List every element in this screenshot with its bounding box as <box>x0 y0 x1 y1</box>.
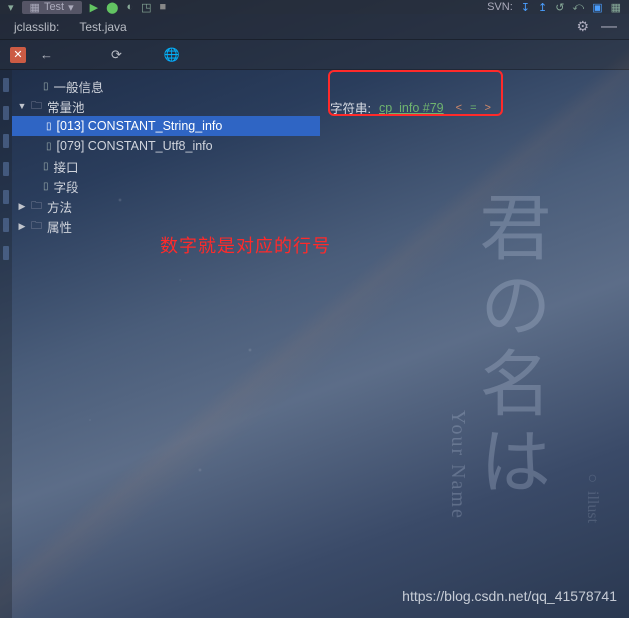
profile-icon[interactable]: ◳ <box>141 1 151 14</box>
file-icon: ▯ <box>43 161 49 172</box>
update-icon[interactable]: ↧ <box>521 1 530 14</box>
close-icon[interactable]: ✕ <box>10 47 26 63</box>
tab-test-java[interactable]: Test.java <box>69 16 136 38</box>
gear-icon[interactable]: ⚙ <box>576 18 589 36</box>
tree-node-methods[interactable]: ▶ 🗀 方法 <box>12 196 320 216</box>
tree-node-constant-013[interactable]: ▯ [013] CONSTANT_String_info <box>12 116 320 136</box>
tree-node-general[interactable]: ▯ 一般信息 <box>12 76 320 96</box>
tab-jclasslib[interactable]: jclasslib: <box>4 16 69 38</box>
run-config-label: Test <box>44 1 64 13</box>
run-config-selector[interactable]: ▦ Test ▾ <box>22 1 82 14</box>
editor-tabs: jclasslib: Test.java ⚙ — <box>0 14 629 40</box>
refresh-icon[interactable]: ⟳ <box>111 47 122 63</box>
chevron-down-icon: ▼ <box>16 101 28 111</box>
file-icon: ▯ <box>43 181 49 192</box>
svn-label: SVN: <box>487 1 513 13</box>
chevron-right-icon: ▶ <box>16 201 28 212</box>
tree-node-fields[interactable]: ▯ 字段 <box>12 176 320 196</box>
highlight-box <box>328 70 503 116</box>
chevron-down-icon[interactable]: ▾ <box>8 1 14 14</box>
commit-icon[interactable]: ↥ <box>538 1 547 14</box>
run-config-icon: ▦ <box>30 1 40 14</box>
history-icon[interactable]: ↺ <box>555 1 564 14</box>
tree-node-constant-079[interactable]: ▯ [079] CONSTANT_Utf8_info <box>12 136 320 156</box>
detail-panel: 字符串: cp_info #79 < = > <box>320 70 629 618</box>
stop-icon[interactable]: ■ <box>160 1 167 13</box>
window-icon[interactable]: ▣ <box>592 1 602 14</box>
gutter-strip <box>0 70 12 618</box>
watermark: https://blog.csdn.net/qq_41578741 <box>402 588 617 604</box>
run-icon[interactable]: ▶ <box>90 1 98 14</box>
class-structure-tree: ▯ 一般信息 ▼ 🗀 常量池 ▯ [013] CONSTANT_String_i… <box>12 70 320 618</box>
folder-icon: 🗀 <box>31 97 42 116</box>
back-icon[interactable]: ← <box>40 47 53 62</box>
folder-icon: 🗀 <box>31 217 42 236</box>
file-icon: ▯ <box>43 81 49 92</box>
revert-icon[interactable]: ⤺ <box>572 1 584 14</box>
chevron-down-icon: ▾ <box>68 1 74 14</box>
main-toolbar: ▾ ▦ Test ▾ ▶ ⬤ ◐ ◳ ■ SVN: ↧ ↥ ↺ ⤺ ▣ ▦ <box>0 0 629 14</box>
jclasslib-toolbar: ✕ ← ⟳ 🌐 <box>0 40 629 70</box>
coverage-icon[interactable]: ◐ <box>126 1 133 13</box>
minimize-icon[interactable]: — <box>601 18 617 36</box>
folder-icon: 🗀 <box>31 197 42 216</box>
file-icon: ▯ <box>46 141 52 152</box>
debug-icon[interactable]: ⬤ <box>106 1 118 14</box>
file-icon: ▯ <box>46 121 52 132</box>
chevron-right-icon: ▶ <box>16 221 28 232</box>
tool-icon[interactable]: ▦ <box>611 1 621 14</box>
tree-node-interfaces[interactable]: ▯ 接口 <box>12 156 320 176</box>
globe-icon[interactable]: 🌐 <box>164 47 180 63</box>
annotation-text: 数字就是对应的行号 <box>160 232 331 258</box>
tree-node-constant-pool[interactable]: ▼ 🗀 常量池 <box>12 96 320 116</box>
